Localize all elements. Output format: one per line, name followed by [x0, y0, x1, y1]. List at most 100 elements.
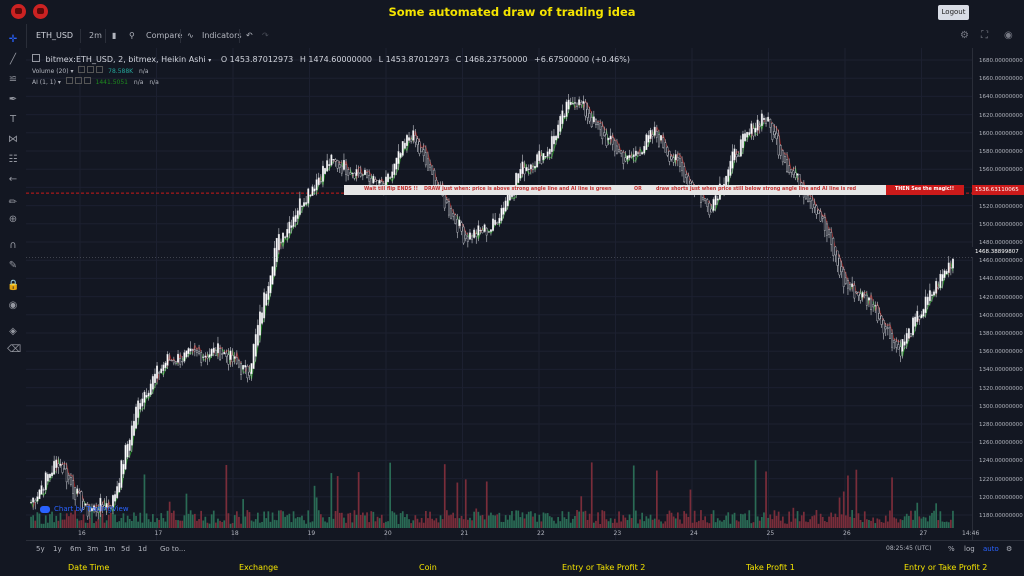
layers-icon[interactable]: ◈	[7, 326, 19, 338]
candle-body	[506, 194, 509, 207]
settings-icon[interactable]: ⚙	[960, 30, 971, 41]
volume-bar	[370, 511, 373, 528]
magnet-icon[interactable]: ∩	[7, 240, 19, 252]
volume-bar	[156, 518, 158, 528]
candle-body	[941, 274, 944, 282]
volume-bar	[313, 485, 316, 528]
candle-body	[132, 420, 135, 436]
lock-icon[interactable]: 🔒	[7, 280, 19, 292]
interval-button[interactable]: 2m	[89, 31, 102, 40]
candle-body	[660, 135, 662, 141]
range-button-3m[interactable]: 3m	[87, 545, 98, 553]
indicators-icon[interactable]: ∿	[187, 31, 194, 40]
candle-body	[242, 365, 245, 370]
volume-bar	[376, 516, 379, 528]
legend-box-icon[interactable]	[74, 77, 82, 84]
prediction-icon[interactable]: ☷	[7, 154, 19, 166]
volume-bar	[76, 518, 79, 528]
legend-box-icon[interactable]	[87, 66, 95, 73]
time-axis[interactable]: 16 17 18 19 20 21 22 23 24 25 26 27 14:46	[26, 528, 1024, 540]
volume-bar	[506, 519, 509, 528]
candle-body	[853, 285, 856, 299]
candle-body	[788, 165, 791, 174]
legend-box-icon[interactable]	[83, 77, 91, 84]
price-axis[interactable]: 1680.00000000 1660.00000000 1640.00000000 1…	[972, 48, 1024, 540]
undo-icon[interactable]: ↶	[246, 31, 253, 40]
volume-bar	[712, 510, 715, 528]
log-toggle[interactable]: log	[964, 545, 975, 553]
brush-icon[interactable]: ✒	[7, 94, 19, 106]
candle-body	[931, 294, 933, 296]
volume-bar	[82, 514, 85, 528]
pattern-icon[interactable]: ⋈	[7, 134, 19, 146]
candle-body	[313, 188, 316, 192]
eye-icon[interactable]: ◉	[7, 300, 19, 312]
redo-icon[interactable]: ↷	[262, 31, 269, 40]
volume-bar	[901, 520, 904, 528]
settings-icon[interactable]: ⚙	[1006, 545, 1012, 553]
indicators-button[interactable]: Indicators	[202, 31, 242, 40]
candle-body	[704, 198, 707, 202]
auto-toggle[interactable]: auto	[983, 545, 999, 553]
volume-bar	[469, 517, 471, 528]
range-button-6m[interactable]: 6m	[70, 545, 81, 553]
lock-drawings-icon[interactable]: ✎	[7, 260, 19, 272]
volume-bar	[57, 520, 60, 528]
fullscreen-icon[interactable]: ⛶	[981, 30, 992, 41]
legend-toggle-icon[interactable]	[32, 54, 40, 62]
range-button-5d[interactable]: 5d	[121, 545, 130, 553]
chart-type-icon[interactable]: ▮	[112, 31, 116, 40]
volume-bar	[362, 512, 364, 528]
dropdown-icon[interactable]: ▾	[70, 68, 73, 75]
candle-body	[616, 145, 618, 154]
range-button-1m[interactable]: 1m	[104, 545, 115, 553]
camera-icon[interactable]: ◉	[1004, 30, 1015, 41]
zoom-in-icon[interactable]: ⊕	[7, 214, 19, 226]
legend-box-icon[interactable]	[65, 77, 73, 84]
trash-icon[interactable]: ⌫	[7, 344, 21, 356]
symbol-search[interactable]: ETH_USD	[36, 31, 73, 40]
logout-button[interactable]: Logout	[938, 5, 969, 20]
back-arrow-icon[interactable]: ←	[7, 174, 19, 186]
range-button-1y[interactable]: 1y	[53, 545, 62, 553]
candle-body	[565, 101, 568, 117]
candle-body	[38, 489, 41, 500]
go-to-button[interactable]: Go to...	[160, 545, 186, 553]
compare-icon[interactable]: ⚲	[129, 31, 135, 40]
volume-label[interactable]: Volume (20)	[32, 68, 69, 75]
volume-bar	[366, 512, 368, 528]
volume-bar	[641, 512, 643, 528]
candle-body	[672, 157, 675, 163]
text-icon[interactable]: T	[7, 114, 19, 126]
dropdown-icon[interactable]: ▾	[58, 79, 61, 86]
percent-toggle[interactable]: %	[948, 545, 955, 553]
trend-line-icon[interactable]: ╱	[7, 54, 19, 66]
volume-bar	[238, 516, 240, 528]
volume-bar	[798, 521, 801, 528]
range-button-5y[interactable]: 5y	[36, 545, 45, 553]
ai-line-segment	[885, 324, 888, 326]
fib-icon[interactable]: ≌	[7, 74, 19, 86]
compare-button[interactable]: Compare	[146, 31, 182, 40]
range-button-1d[interactable]: 1d	[138, 545, 147, 553]
tradingview-watermark[interactable]: Chart by TradingView	[40, 505, 129, 513]
ruler-icon[interactable]: ✏	[7, 197, 19, 209]
legend-box-icon[interactable]	[78, 66, 86, 73]
footer-take-profit-1: Take Profit 1	[746, 563, 795, 572]
ai-line-segment	[774, 125, 777, 129]
candle-body	[658, 133, 660, 147]
candle-body	[706, 199, 709, 207]
ai-label[interactable]: AI (1, 1)	[32, 79, 56, 86]
volume-bar	[118, 521, 121, 528]
chart-pane[interactable]	[26, 48, 972, 540]
legend-box-icon[interactable]	[96, 66, 104, 73]
dropdown-icon[interactable]: ▾	[208, 57, 211, 64]
volume-bar	[286, 515, 289, 528]
legend-title[interactable]: bitmex:ETH_USD, 2, bitmex, Heikin Ashi	[46, 55, 206, 64]
crosshair-icon[interactable]: ✛	[7, 34, 19, 46]
candle-body	[254, 334, 257, 357]
volume-bar	[731, 514, 734, 528]
candle-body	[347, 169, 350, 176]
price-axis-label: 1480.00000000	[979, 240, 1023, 246]
banner-text-2: DRAW just when: price is above strong an…	[424, 187, 612, 192]
